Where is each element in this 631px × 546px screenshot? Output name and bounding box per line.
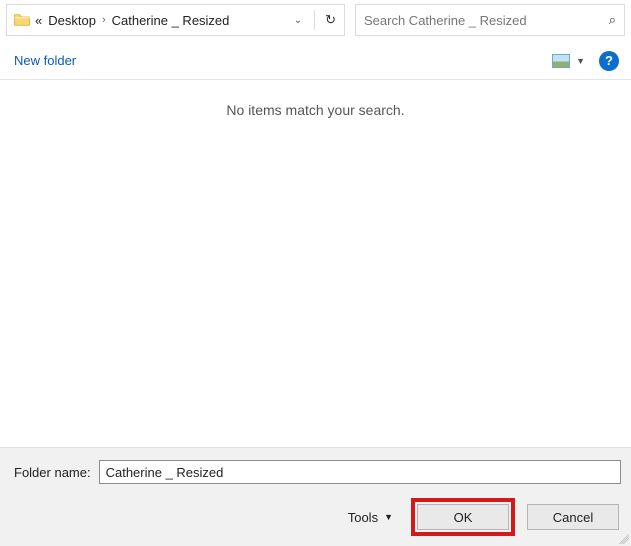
address-bar[interactable]: « Desktop › Catherine _ Resized ⌄ ↻ [6,4,345,36]
highlight-annotation: OK [411,498,515,536]
ok-button[interactable]: OK [417,504,509,530]
refresh-icon[interactable]: ↻ [321,12,340,28]
divider [314,10,315,30]
folder-icon [13,11,31,29]
file-list-pane[interactable]: No items match your search. [0,80,631,468]
chevron-right-icon[interactable]: › [102,14,106,26]
dialog-footer: Folder name: Tools ▼ OK Cancel [0,447,631,546]
breadcrumb-item[interactable]: Desktop [48,13,96,28]
view-mode-dropdown[interactable]: ▼ [552,54,585,68]
new-folder-button[interactable]: New folder [10,49,80,72]
search-input[interactable]: Search Catherine _ Resized ⌕ [355,4,625,36]
folder-name-input[interactable] [99,460,621,484]
resize-grip-icon[interactable] [619,534,629,544]
tools-dropdown[interactable]: Tools ▼ [348,510,393,525]
search-placeholder: Search Catherine _ Resized [364,13,527,28]
chevron-down-icon: ▼ [384,512,393,522]
picture-icon [552,54,570,68]
empty-message: No items match your search. [0,102,631,118]
search-icon[interactable]: ⌕ [609,12,616,28]
tools-label: Tools [348,510,378,525]
breadcrumb-prefix: « [35,13,42,28]
folder-name-label: Folder name: [14,465,91,480]
help-button[interactable]: ? [599,51,619,71]
chevron-down-icon: ▼ [576,56,585,66]
recent-locations-dropdown[interactable]: ⌄ [288,15,308,26]
cancel-button[interactable]: Cancel [527,504,619,530]
breadcrumb-item[interactable]: Catherine _ Resized [112,13,230,28]
